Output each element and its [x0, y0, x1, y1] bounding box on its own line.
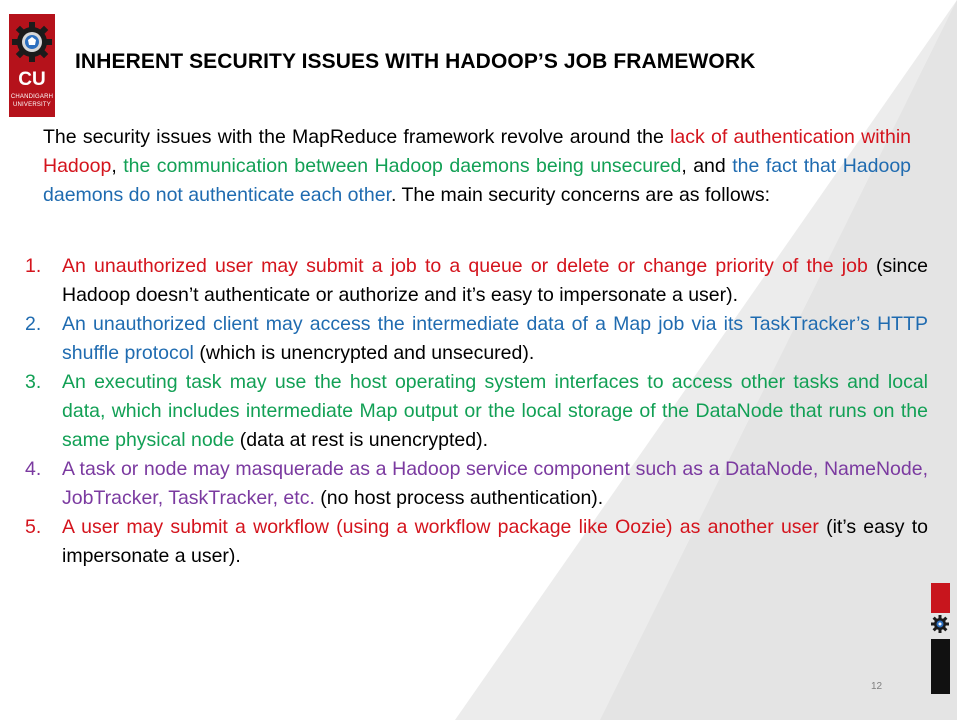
intro-text-2: ,: [111, 155, 124, 177]
list-number: 2.: [25, 313, 42, 335]
list-item-main: An unauthorized user may submit a job to…: [62, 255, 868, 277]
logo-line-1: CHANDIGARH: [10, 94, 54, 100]
list-item: 4. A task or node may masquerade as a Ha…: [22, 455, 928, 513]
side-black-bar: [931, 639, 950, 694]
slide-title: INHERENT SECURITY ISSUES WITH HADOOP’S J…: [75, 50, 756, 73]
university-logo: CU CHANDIGARH UNIVERSITY: [9, 14, 55, 117]
logo-text: CU: [18, 69, 46, 90]
list-item: 5. A user may submit a workflow (using a…: [22, 513, 928, 571]
intro-text-4: . The main security concerns are as foll…: [391, 184, 770, 206]
list-item-detail: (no host process authentication).: [314, 487, 604, 509]
list-number: 3.: [25, 371, 42, 393]
intro-paragraph: The security issues with the MapReduce f…: [43, 123, 911, 210]
gear-emblem-icon: [12, 22, 52, 62]
security-concerns-list: 1. An unauthorized user may submit a job…: [22, 252, 928, 571]
small-gear-icon: [931, 615, 949, 633]
list-number: 4.: [25, 458, 42, 480]
intro-highlight-comm: the communication between Hadoop daemons…: [123, 155, 682, 177]
intro-text-1: The security issues with the MapReduce f…: [43, 126, 671, 148]
page-number: 12: [871, 681, 883, 692]
slide: CU CHANDIGARH UNIVERSITY INHERENT SECURI…: [0, 0, 957, 720]
list-number: 5.: [25, 516, 42, 538]
list-item: 1. An unauthorized user may submit a job…: [22, 252, 928, 310]
intro-text-3: , and: [681, 155, 733, 177]
side-red-bar: [931, 583, 950, 613]
list-item-detail: (data at rest is unencrypted).: [234, 429, 488, 451]
logo-line-2: UNIVERSITY: [12, 102, 51, 108]
list-item: 2. An unauthorized client may access the…: [22, 310, 928, 368]
list-item-detail: (which is unencrypted and unsecured).: [193, 342, 535, 364]
list-item-main: A user may submit a workflow (using a wo…: [62, 516, 819, 538]
list-number: 1.: [25, 255, 42, 277]
list-item-main: An executing task may use the host opera…: [62, 371, 928, 451]
list-item: 3. An executing task may use the host op…: [22, 368, 928, 455]
